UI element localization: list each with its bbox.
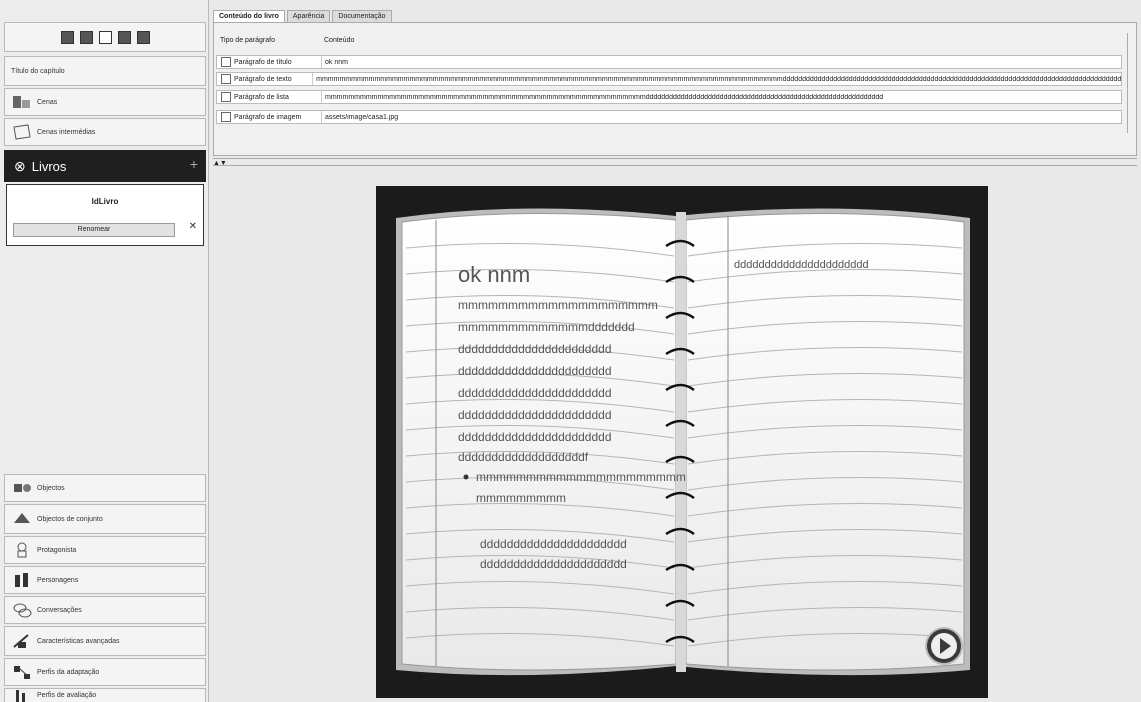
assessment-icon (11, 689, 33, 702)
row-type-cell: Parágrafo de texto (217, 73, 314, 85)
book-line: ddddddddddddddddddddddd (458, 364, 612, 378)
row-content[interactable]: mmmmmmmmmmmmmmmmmmmmmmmmmmmmmmmmmmmmmmmm… (322, 94, 883, 101)
row-type: Parágrafo de texto (234, 75, 292, 83)
bullet-line: mmmmmmmmmmmmmmmmmmmmm (476, 470, 686, 484)
bullet-line: mmmmmmmmm (476, 491, 566, 505)
header-type[interactable]: Tipo de parágrafo (216, 37, 324, 44)
sidebar-item-label: Características avançadas (37, 637, 120, 645)
book-title: ok nnm (458, 262, 530, 287)
toolbar-icon-1[interactable] (60, 30, 74, 44)
list-paragraph-icon (221, 92, 231, 102)
book-line: mmmmmmmmmmmmmddddddd (458, 320, 635, 334)
row-content[interactable]: assets/image/casa1.jpg (322, 114, 398, 121)
section-title: Livros (31, 158, 67, 174)
delete-icon[interactable]: ✕ (189, 221, 197, 232)
sidebar-item-label: Personagens (37, 576, 79, 584)
toolbar-icons (4, 22, 206, 52)
toolbar-icon-3[interactable] (98, 30, 112, 44)
sidebar-item-objectos-conjunto[interactable]: Objectos de conjunto (4, 504, 206, 534)
book-line: ddddddddddddddddddddddd (458, 386, 612, 400)
rename-button[interactable]: Renomear (13, 223, 175, 237)
book-line: dddddddddddddddddddddd (480, 537, 627, 551)
row-type: Parágrafo de título (234, 58, 292, 66)
sidebar-item-label: Cenas (37, 98, 58, 106)
book-preview: ok nnm mmmmmmmmmmmmmmmmmmmm mmmmmmmmmmmm… (376, 186, 988, 698)
characters-icon (11, 572, 33, 588)
book-line: mmmmmmmmmmmmmmmmmmmm (458, 298, 658, 312)
set-object-icon (11, 511, 33, 527)
sidebar-item-label: Cenas intermédias (37, 128, 96, 136)
book-spine (676, 212, 686, 672)
vertical-scrollbar[interactable] (1127, 33, 1134, 133)
table-row[interactable]: Parágrafo de texto mmmmmmmmmmmmmmmmmmmmm… (216, 72, 1122, 86)
sidebar-item-conversacoes[interactable]: Conversações (4, 596, 206, 624)
book-line: ddddddddddddddddddddddd (458, 342, 612, 356)
sidebar-item-protagonista[interactable]: Protagonista (4, 536, 206, 564)
book-line: ddddddddddddddddddddddd (458, 408, 612, 422)
table-row[interactable]: Parágrafo de lista mmmmmmmmmmmmmmmmmmmmm… (216, 90, 1122, 104)
tab-bar: Conteúdo do livro Aparência Documentação (213, 0, 394, 22)
row-content[interactable]: mmmmmmmmmmmmmmmmmmmmmmmmmmmmmmmmmmmmmmmm… (313, 76, 1121, 83)
sidebar-item-label: Objectos (37, 484, 65, 492)
tab-conteudo-livro[interactable]: Conteúdo do livro (213, 10, 285, 22)
bullet-icon (463, 474, 469, 480)
sidebar-item-cenas-intermedias[interactable]: Cenas intermédias (4, 118, 206, 146)
cutscene-icon (11, 124, 33, 140)
book-name[interactable]: IdLivro (7, 197, 203, 206)
table-header: Tipo de parágrafo Conteúdo (216, 37, 354, 44)
table-row[interactable]: Parágrafo de imagem assets/image/casa1.j… (216, 110, 1122, 124)
title-paragraph-icon (221, 57, 231, 67)
splitter[interactable] (213, 158, 1137, 166)
row-content[interactable]: ok nnm (322, 59, 348, 66)
header-content[interactable]: Conteúdo (324, 37, 354, 44)
toolbar-icon-2[interactable] (79, 30, 93, 44)
row-type: Parágrafo de lista (234, 93, 289, 101)
book-panel: IdLivro Renomear ✕ (6, 184, 204, 246)
sidebar-item-objectos[interactable]: Objectos (4, 474, 206, 502)
adaptation-icon (11, 664, 33, 680)
row-type-cell: Parágrafo de título (217, 56, 322, 68)
splitter-arrows-icon[interactable]: ▲▼ (213, 160, 227, 167)
book-preview-canvas: ok nnm mmmmmmmmmmmmmmmmmmmm mmmmmmmmmmmm… (396, 208, 970, 676)
paragraph-table: Tipo de parágrafo Conteúdo Parágrafo de … (213, 22, 1137, 156)
sidebar-item-label: Perfis de avaliação (37, 692, 97, 699)
sidebar-item-label: Protagonista (37, 546, 77, 554)
sidebar-item-perfis-avaliacao[interactable]: Perfis de avaliação (4, 688, 206, 702)
table-row[interactable]: Parágrafo de título ok nnm (216, 55, 1122, 69)
sidebar: Título do capítulo Cenas Cenas intermédi… (0, 0, 209, 702)
chapter-title-label: Título do capítulo (11, 67, 65, 75)
tab-aparencia[interactable]: Aparência (286, 10, 331, 22)
scene-icon (11, 94, 33, 110)
sidebar-section-livros[interactable]: ⊗ Livros + (4, 150, 206, 182)
tab-documentacao[interactable]: Documentação (332, 10, 392, 22)
row-type: Parágrafo de imagem (234, 113, 302, 121)
row-type-cell: Parágrafo de imagem (217, 111, 322, 123)
book-line: dddddddddddddddddddddd (480, 557, 627, 571)
image-paragraph-icon (221, 112, 231, 122)
object-icon (11, 480, 33, 496)
sidebar-item-label: Objectos de conjunto (37, 515, 103, 523)
book-line: dddddddddddddddddddf (458, 450, 589, 464)
player-icon (11, 542, 33, 558)
sidebar-item-perfis-adaptacao[interactable]: Perfis da adaptação (4, 658, 206, 686)
conversation-icon (11, 602, 33, 618)
row-type-cell: Parágrafo de lista (217, 91, 322, 103)
sidebar-item-label: Perfis da adaptação (37, 668, 100, 676)
book-line: ddddddddddddddddddddddd (458, 430, 612, 444)
toolbar-icon-4[interactable] (117, 30, 131, 44)
text-paragraph-icon (221, 74, 231, 84)
sidebar-item-label: Conversações (37, 606, 82, 614)
add-book-button[interactable]: + (190, 156, 198, 172)
sidebar-item-chapter-title[interactable]: Título do capítulo (4, 56, 206, 86)
advanced-icon (11, 633, 33, 649)
toolbar-icon-5[interactable] (136, 30, 150, 44)
sidebar-item-caracteristicas[interactable]: Características avançadas (4, 626, 206, 656)
book-icon: ⊗ (14, 157, 26, 174)
right-page-line: dddddddddddddddddddddd (734, 259, 869, 271)
sidebar-item-cenas[interactable]: Cenas (4, 88, 206, 116)
sidebar-item-personagens[interactable]: Personagens (4, 566, 206, 594)
